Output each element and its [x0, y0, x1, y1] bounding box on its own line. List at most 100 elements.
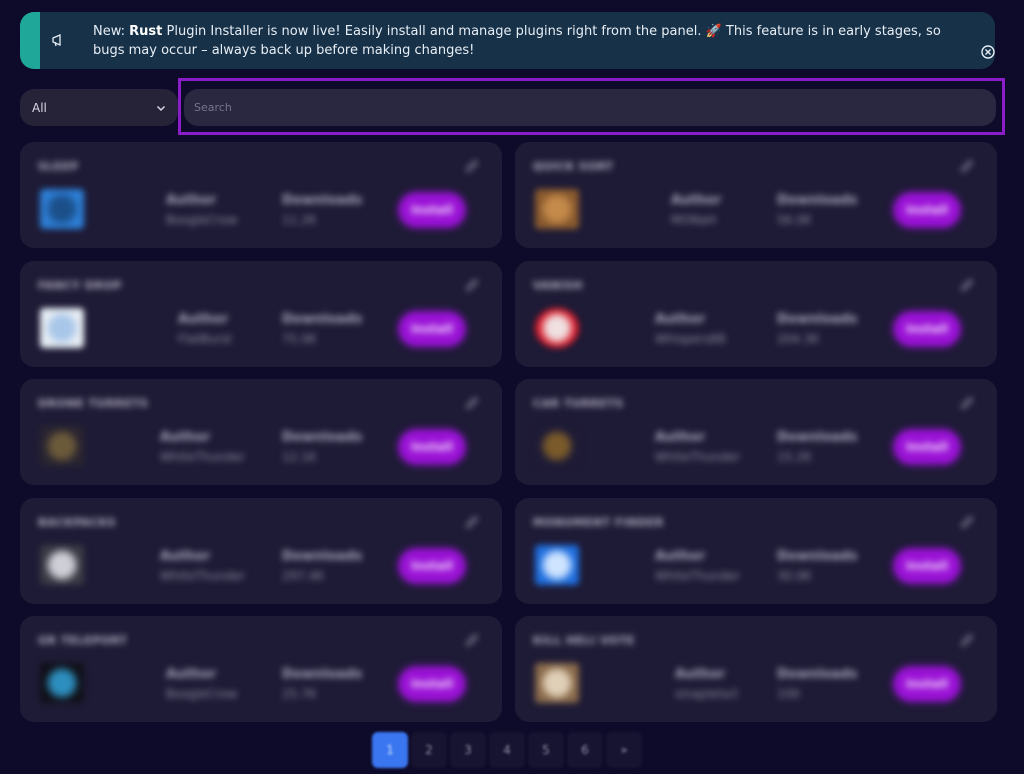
edit-icon[interactable] — [464, 158, 480, 174]
search-input[interactable]: Search — [184, 89, 996, 126]
next-page-button[interactable]: » — [606, 732, 642, 768]
page-button[interactable]: 2 — [411, 732, 447, 768]
plugin-card: MONUMENT FINDER Author WhiteThunder Downloa… — [515, 497, 997, 604]
install-button[interactable]: Install — [894, 667, 960, 701]
author-label: Author — [655, 430, 706, 445]
author-value: FlatBurst — [178, 331, 233, 346]
filter-selected-value: All — [32, 100, 47, 115]
turret-icon — [535, 426, 579, 466]
edit-icon[interactable] — [959, 514, 975, 530]
page-button[interactable]: 1 — [372, 732, 408, 768]
plugin-card: VANISH Author Whispers88 Downloads 204.3K Ins… — [515, 260, 997, 367]
downloads-value: 12.1K — [282, 450, 317, 464]
search-placeholder: Search — [194, 101, 232, 114]
author-label: Author — [655, 548, 706, 564]
author-value: BoogleCrow — [166, 213, 238, 227]
plugin-title: QUICK SORT — [533, 160, 614, 173]
chevron-down-icon — [156, 105, 166, 111]
plugin-card: DRONE TURRETS Author WhiteThunder Downloads… — [20, 379, 502, 485]
page-button[interactable]: 4 — [489, 732, 525, 768]
plugin-card: SLEEP Author BoogleCrow Downloads 11.2K Insta… — [20, 142, 502, 248]
author-value: WhiteThunder — [160, 450, 245, 464]
author-value: MONaH — [671, 213, 717, 227]
install-button[interactable]: Install — [399, 667, 465, 701]
announcement-banner: New: Rust Plugin Installer is now live! … — [20, 12, 995, 69]
downloads-label: Downloads — [282, 430, 363, 445]
diamond-crate-icon — [40, 307, 84, 348]
install-button[interactable]: Install — [399, 430, 465, 464]
install-button[interactable]: Install — [894, 193, 960, 227]
drone-icon — [40, 426, 84, 466]
downloads-value: 11.2K — [282, 213, 317, 227]
edit-icon[interactable] — [464, 395, 480, 411]
downloads-label: Downloads — [777, 311, 858, 327]
downloads-value: 204.3K — [777, 331, 820, 346]
plugin-title: GR TELEPORT — [38, 634, 128, 647]
author-label: Author — [655, 311, 706, 327]
close-icon[interactable] — [980, 44, 995, 60]
plugin-title: CAR TURRETS — [533, 397, 624, 410]
plugin-card: QUICK SORT Author MONaH Downloads 56.0K Insta… — [515, 142, 997, 248]
banner-message: New: Rust Plugin Installer is now live! … — [93, 24, 941, 58]
downloads-value: 25.7K — [282, 687, 317, 701]
plugin-card: KILL HELI VOTE Author sinapleta3 Downloads 1… — [515, 616, 997, 722]
downloads-value: 15.2K — [777, 450, 812, 464]
pagination: 1 2 3 4 5 6» — [372, 732, 642, 768]
downloads-label: Downloads — [777, 548, 858, 564]
chest-icon — [535, 189, 579, 229]
install-button[interactable]: Install — [894, 311, 960, 346]
plugin-title: MONUMENT FINDER — [533, 515, 664, 529]
ghost-icon — [535, 307, 579, 348]
author-label: Author — [160, 430, 211, 445]
plugin-title: DRONE TURRETS — [38, 397, 149, 410]
plugin-title: KILL HELI VOTE — [533, 634, 635, 647]
bed-icon — [40, 189, 84, 229]
banner-bold-word: Rust — [129, 24, 163, 39]
plugin-title: FANCY DROP — [38, 278, 122, 292]
install-button[interactable]: Install — [399, 193, 465, 227]
megaphone-icon — [52, 34, 61, 47]
edit-icon[interactable] — [959, 395, 975, 411]
install-button[interactable]: Install — [399, 311, 465, 346]
author-label: Author — [675, 667, 726, 682]
backpack-icon — [40, 544, 84, 585]
install-button[interactable]: Install — [894, 430, 960, 464]
downloads-value: 75.0K — [282, 331, 317, 346]
plugin-card: BACKPACKS Author WhiteThunder Downloads 297.… — [20, 497, 502, 604]
edit-icon[interactable] — [959, 158, 975, 174]
downloads-label: Downloads — [282, 667, 363, 682]
downloads-label: Downloads — [282, 193, 363, 208]
downloads-value: 100 — [777, 687, 800, 701]
plugin-card: GR TELEPORT Author BoogleCrow Downloads 25.7… — [20, 616, 502, 722]
downloads-label: Downloads — [777, 430, 858, 445]
downloads-value: 56.0K — [777, 213, 812, 227]
author-value: WhiteThunder — [655, 450, 740, 464]
author-value: sinapleta3 — [675, 687, 738, 701]
page-button[interactable]: 6 — [567, 732, 603, 768]
page-button[interactable]: 3 — [450, 732, 486, 768]
plugin-card: FANCY DROP Author FlatBurst Downloads 75.0K I… — [20, 260, 502, 367]
downloads-label: Downloads — [282, 548, 363, 564]
author-label: Author — [178, 311, 229, 327]
install-button[interactable]: Install — [399, 548, 465, 583]
edit-icon[interactable] — [464, 632, 480, 648]
author-label: Author — [160, 548, 211, 564]
edit-icon[interactable] — [959, 277, 975, 293]
install-button[interactable]: Install — [894, 548, 960, 583]
author-value: WhiteThunder — [160, 568, 245, 583]
banner-accent-bar — [20, 12, 40, 69]
edit-icon[interactable] — [959, 632, 975, 648]
author-value: BoogleCrow — [166, 687, 238, 701]
edit-icon[interactable] — [464, 277, 480, 293]
plugin-title: BACKPACKS — [38, 515, 117, 529]
downloads-label: Downloads — [777, 667, 858, 682]
author-value: Whispers88 — [655, 331, 726, 346]
plugin-title: VANISH — [533, 278, 583, 292]
edit-icon[interactable] — [464, 514, 480, 530]
downloads-value: 297.4K — [282, 568, 325, 583]
category-filter-select[interactable]: All — [20, 89, 178, 126]
author-label: Author — [166, 193, 217, 208]
teleport-icon — [40, 663, 84, 703]
page-button[interactable]: 5 — [528, 732, 564, 768]
author-label: Author — [671, 193, 722, 208]
